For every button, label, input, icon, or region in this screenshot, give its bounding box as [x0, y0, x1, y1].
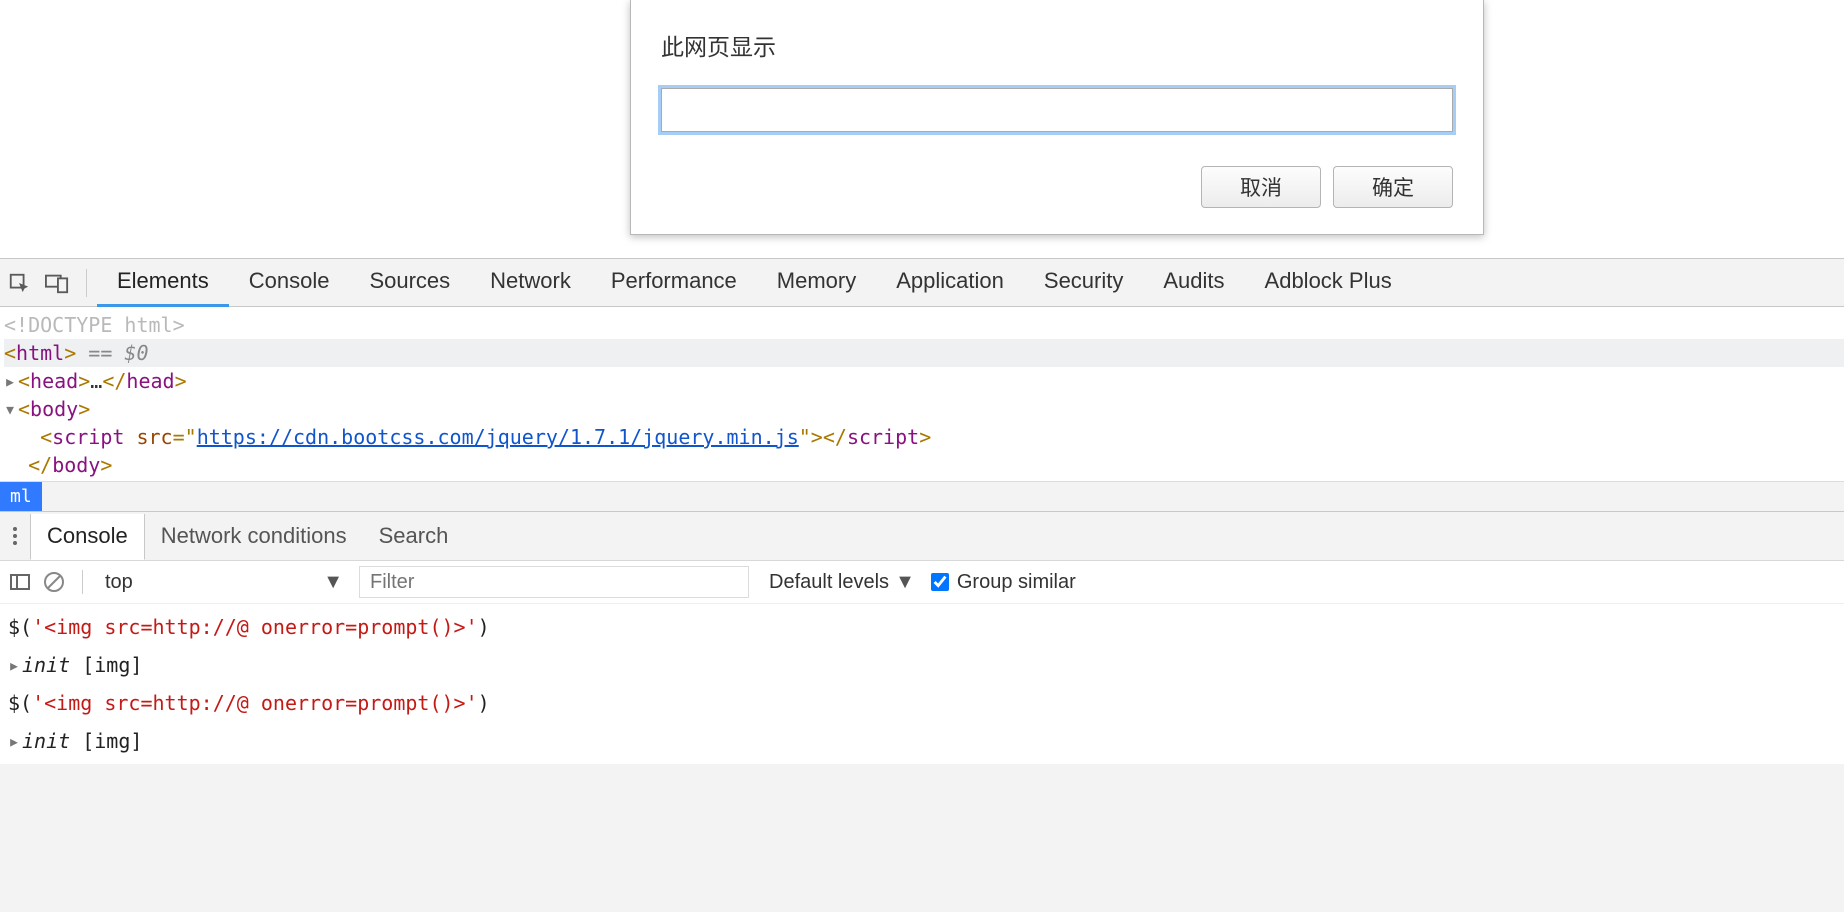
tab-network[interactable]: Network	[470, 259, 591, 307]
levels-label: Default levels	[769, 571, 889, 594]
dom-breadcrumb: ml	[0, 481, 1844, 511]
drawer-menu-icon[interactable]	[0, 513, 30, 559]
console-filter-input[interactable]	[359, 566, 749, 598]
js-prompt-dialog: 此网页显示 取消 确定	[630, 0, 1484, 235]
tab-elements[interactable]: Elements	[97, 259, 229, 307]
console-toolbar: top ▼ Default levels ▼ Group similar	[0, 560, 1844, 604]
drawer-tab-console[interactable]: Console	[30, 514, 145, 560]
main-tabs: Elements Console Sources Network Perform…	[97, 259, 1412, 307]
breadcrumb-item[interactable]: ml	[0, 482, 42, 511]
console-result-line[interactable]: ▸init [img]	[8, 722, 1836, 760]
tab-console[interactable]: Console	[229, 259, 350, 307]
dom-head[interactable]: ▸<head>…</head>	[4, 367, 1844, 395]
tab-security[interactable]: Security	[1024, 259, 1143, 307]
toolbar-separator	[82, 570, 83, 594]
dom-body-close[interactable]: </body>	[4, 451, 1844, 479]
tab-adblock-plus[interactable]: Adblock Plus	[1245, 259, 1412, 307]
devtools-drawer: Console Network conditions Search top ▼ …	[0, 511, 1844, 764]
expand-triangle-icon[interactable]: ▸	[8, 722, 22, 760]
dom-doctype[interactable]: <!DOCTYPE html>	[4, 311, 1844, 339]
execution-context-select[interactable]: top ▼	[99, 569, 349, 596]
dialog-button-row: 取消 确定	[661, 166, 1453, 208]
drawer-tab-network-conditions[interactable]: Network conditions	[145, 513, 363, 559]
dom-script[interactable]: <script src="https://cdn.bootcss.com/jqu…	[4, 423, 1844, 451]
tab-memory[interactable]: Memory	[757, 259, 876, 307]
dialog-title: 此网页显示	[661, 28, 1453, 62]
console-sidebar-toggle-icon[interactable]	[8, 570, 32, 594]
context-label: top	[105, 571, 133, 594]
ok-button[interactable]: 确定	[1333, 166, 1453, 208]
tab-sources[interactable]: Sources	[349, 259, 470, 307]
console-input-line[interactable]: $('<img src=http://@ onerror=prompt()>')	[8, 684, 1836, 722]
dom-html-open[interactable]: <html> == $0	[4, 339, 1844, 367]
group-similar-checkbox[interactable]: Group similar	[931, 571, 1076, 594]
dom-body-open[interactable]: ▾<body>	[4, 395, 1844, 423]
elements-dom-tree[interactable]: <!DOCTYPE html> <html> == $0 ▸<head>…</h…	[0, 307, 1844, 481]
chevron-down-icon: ▼	[895, 571, 915, 594]
console-output[interactable]: $('<img src=http://@ onerror=prompt()>')…	[0, 604, 1844, 764]
inspect-icon[interactable]	[0, 260, 38, 306]
device-toggle-icon[interactable]	[38, 260, 76, 306]
expand-triangle-icon[interactable]: ▸	[8, 646, 22, 684]
group-similar-input[interactable]	[931, 573, 949, 591]
cancel-button[interactable]: 取消	[1201, 166, 1321, 208]
group-similar-label: Group similar	[957, 571, 1076, 594]
devtools-panel: Elements Console Sources Network Perform…	[0, 258, 1844, 912]
prompt-input[interactable]	[661, 88, 1453, 132]
chevron-down-icon: ▼	[323, 571, 343, 594]
devtools-toolbar: Elements Console Sources Network Perform…	[0, 259, 1844, 307]
tab-audits[interactable]: Audits	[1143, 259, 1244, 307]
console-input-line[interactable]: $('<img src=http://@ onerror=prompt()>')	[8, 608, 1836, 646]
drawer-tabs: Console Network conditions Search	[0, 512, 1844, 560]
console-result-line[interactable]: ▸init [img]	[8, 646, 1836, 684]
log-levels-select[interactable]: Default levels ▼	[769, 571, 915, 594]
drawer-tab-search[interactable]: Search	[363, 513, 465, 559]
tab-performance[interactable]: Performance	[591, 259, 757, 307]
clear-console-icon[interactable]	[42, 570, 66, 594]
toolbar-separator	[86, 269, 87, 297]
ellipsis: …	[90, 369, 102, 393]
tab-application[interactable]: Application	[876, 259, 1024, 307]
